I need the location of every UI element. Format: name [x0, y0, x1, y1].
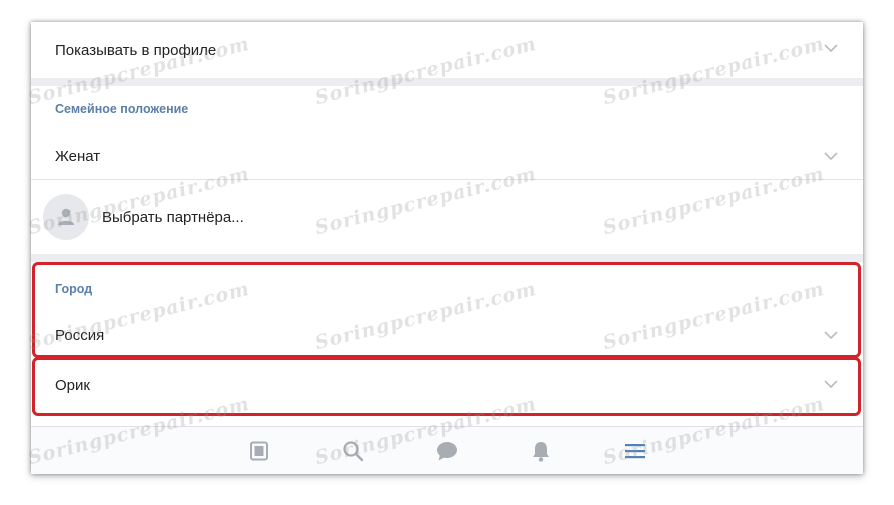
bottom-navbar	[31, 426, 863, 474]
choose-partner-row[interactable]: Выбрать партнёра...	[31, 180, 863, 254]
nav-messages[interactable]	[400, 427, 494, 474]
news-icon	[250, 441, 268, 461]
user-icon	[58, 208, 74, 225]
notifications-icon	[533, 442, 549, 462]
chevron-down-icon	[824, 380, 838, 389]
nav-news[interactable]	[212, 427, 306, 474]
show-in-profile-label: Показывать в профиле	[55, 41, 217, 59]
search-icon	[343, 441, 364, 462]
city-row[interactable]: Орик	[31, 360, 863, 410]
nav-search[interactable]	[306, 427, 400, 474]
chevron-down-icon	[824, 44, 838, 53]
country-row[interactable]: Россия	[31, 310, 863, 360]
screenshot-stage: Показывать в профиле Семейное положение …	[0, 0, 894, 505]
family-status-section-label: Семейное положение	[55, 102, 189, 116]
chevron-down-icon	[824, 152, 838, 161]
section-separator	[31, 254, 863, 262]
nav-menu[interactable]	[588, 427, 682, 474]
avatar	[43, 194, 89, 240]
chevron-down-icon	[824, 331, 838, 340]
menu-icon	[625, 444, 645, 459]
messages-icon	[437, 442, 457, 461]
city-section-label: Город	[55, 282, 93, 296]
section-separator	[31, 78, 863, 86]
settings-screen: Показывать в профиле Семейное положение …	[31, 22, 863, 474]
nav-notifications[interactable]	[494, 427, 588, 474]
family-status-value: Женат	[55, 147, 101, 165]
show-in-profile-row[interactable]: Показывать в профиле	[31, 22, 863, 78]
family-status-row[interactable]: Женат	[31, 132, 863, 180]
country-value: Россия	[55, 326, 105, 344]
city-value: Орик	[55, 376, 90, 394]
